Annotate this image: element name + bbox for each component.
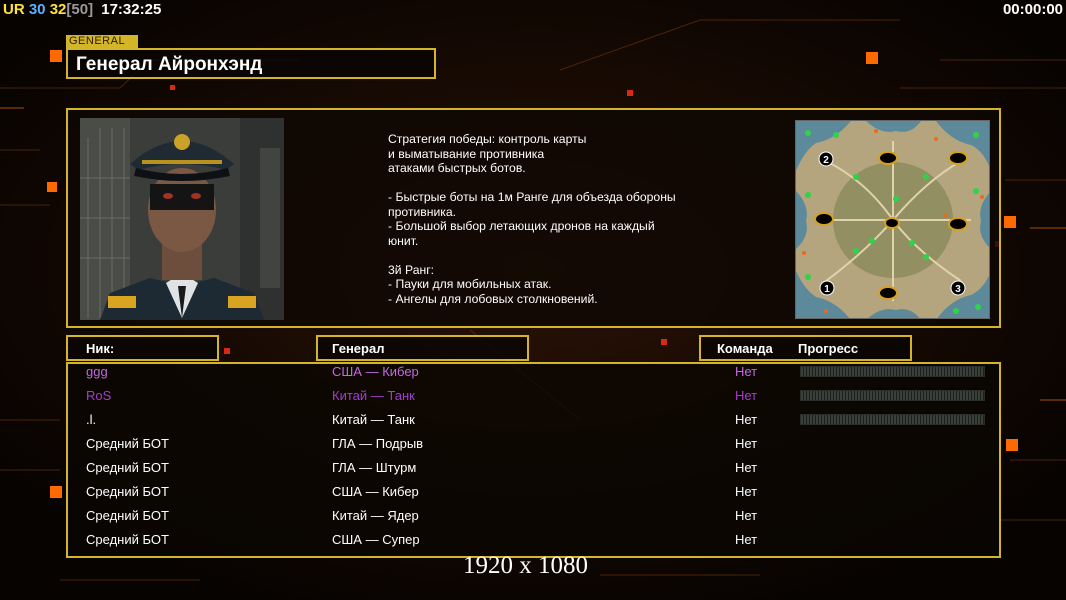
player-team: Нет bbox=[735, 460, 758, 475]
hud-ur-label: UR bbox=[3, 1, 25, 18]
table-row[interactable]: .l. Китай — Танк Нет bbox=[0, 409, 1066, 433]
general-tag: GENERAL bbox=[66, 35, 138, 48]
table-row[interactable]: ggg США — Кибер Нет bbox=[0, 361, 1066, 385]
header-team-progress-box: Команда Прогресс bbox=[699, 335, 912, 361]
general-portrait bbox=[80, 118, 284, 320]
hud-value-yellow: 32 bbox=[49, 1, 67, 18]
player-team: Нет bbox=[735, 532, 758, 547]
player-general: Китай — Танк bbox=[332, 412, 415, 427]
hud-stats: UR 30 32[50] 17:32:25 bbox=[3, 1, 161, 18]
player-nick: Средний БОТ bbox=[86, 484, 169, 499]
minimap-preview: 2 1 3 bbox=[795, 120, 990, 319]
resolution-label: 1920 x 1080 bbox=[463, 552, 588, 579]
header-general-box: Генерал bbox=[316, 335, 529, 361]
player-team: Нет bbox=[735, 412, 758, 427]
player-general: Китай — Танк bbox=[332, 388, 415, 403]
player-team: Нет bbox=[735, 484, 758, 499]
table-row[interactable]: Средний БОТ ГЛА — Штурм Нет bbox=[0, 457, 1066, 481]
player-general: США — Супер bbox=[332, 532, 420, 547]
table-row[interactable]: Средний БОТ США — Кибер Нет bbox=[0, 481, 1066, 505]
header-team: Команда bbox=[717, 341, 773, 356]
minimap-start-label: 3 bbox=[955, 284, 961, 295]
player-team: Нет bbox=[735, 388, 758, 403]
header-nick: Ник: bbox=[86, 341, 115, 356]
player-nick: Средний БОТ bbox=[86, 508, 169, 523]
player-general: США — Кибер bbox=[332, 364, 419, 379]
table-row[interactable]: Средний БОТ ГЛА — Подрыв Нет bbox=[0, 433, 1066, 457]
player-progress-bar bbox=[800, 390, 985, 401]
player-general: ГЛА — Штурм bbox=[332, 460, 417, 475]
hud-value-blue: 30 bbox=[28, 1, 46, 18]
player-nick: RoS bbox=[86, 388, 112, 403]
minimap-start-label: 1 bbox=[824, 284, 830, 295]
player-team: Нет bbox=[735, 436, 758, 451]
player-team: Нет bbox=[735, 364, 758, 379]
header-general: Генерал bbox=[332, 341, 385, 356]
hud-timer: 00:00:00 bbox=[1002, 1, 1063, 18]
player-general: Китай — Ядер bbox=[332, 508, 419, 523]
player-general: ГЛА — Подрыв bbox=[332, 436, 424, 451]
general-name: Генерал Айронхэнд bbox=[76, 54, 263, 75]
minimap-start-label: 2 bbox=[823, 155, 829, 166]
table-row[interactable]: RoS Китай — Танк Нет bbox=[0, 385, 1066, 409]
general-title-box: Генерал Айронхэнд bbox=[66, 48, 436, 79]
player-nick: ggg bbox=[86, 364, 108, 379]
header-nick-box: Ник: bbox=[66, 335, 219, 361]
hud-value-bracket: [50] bbox=[66, 1, 94, 18]
general-description: Стратегия победы: контроль карты и вымат… bbox=[388, 132, 676, 306]
player-nick: Средний БОТ bbox=[86, 532, 169, 547]
table-row[interactable]: Средний БОТ США — Супер Нет bbox=[0, 529, 1066, 553]
player-team: Нет bbox=[735, 508, 758, 523]
player-nick: Средний БОТ bbox=[86, 460, 169, 475]
table-row[interactable]: Средний БОТ Китай — Ядер Нет bbox=[0, 505, 1066, 529]
player-general: США — Кибер bbox=[332, 484, 419, 499]
player-progress-bar bbox=[800, 366, 985, 377]
player-nick: Средний БОТ bbox=[86, 436, 169, 451]
hud-clock: 17:32:25 bbox=[101, 1, 162, 18]
player-nick: .l. bbox=[86, 412, 97, 427]
header-progress: Прогресс bbox=[798, 341, 859, 356]
player-progress-bar bbox=[800, 414, 985, 425]
